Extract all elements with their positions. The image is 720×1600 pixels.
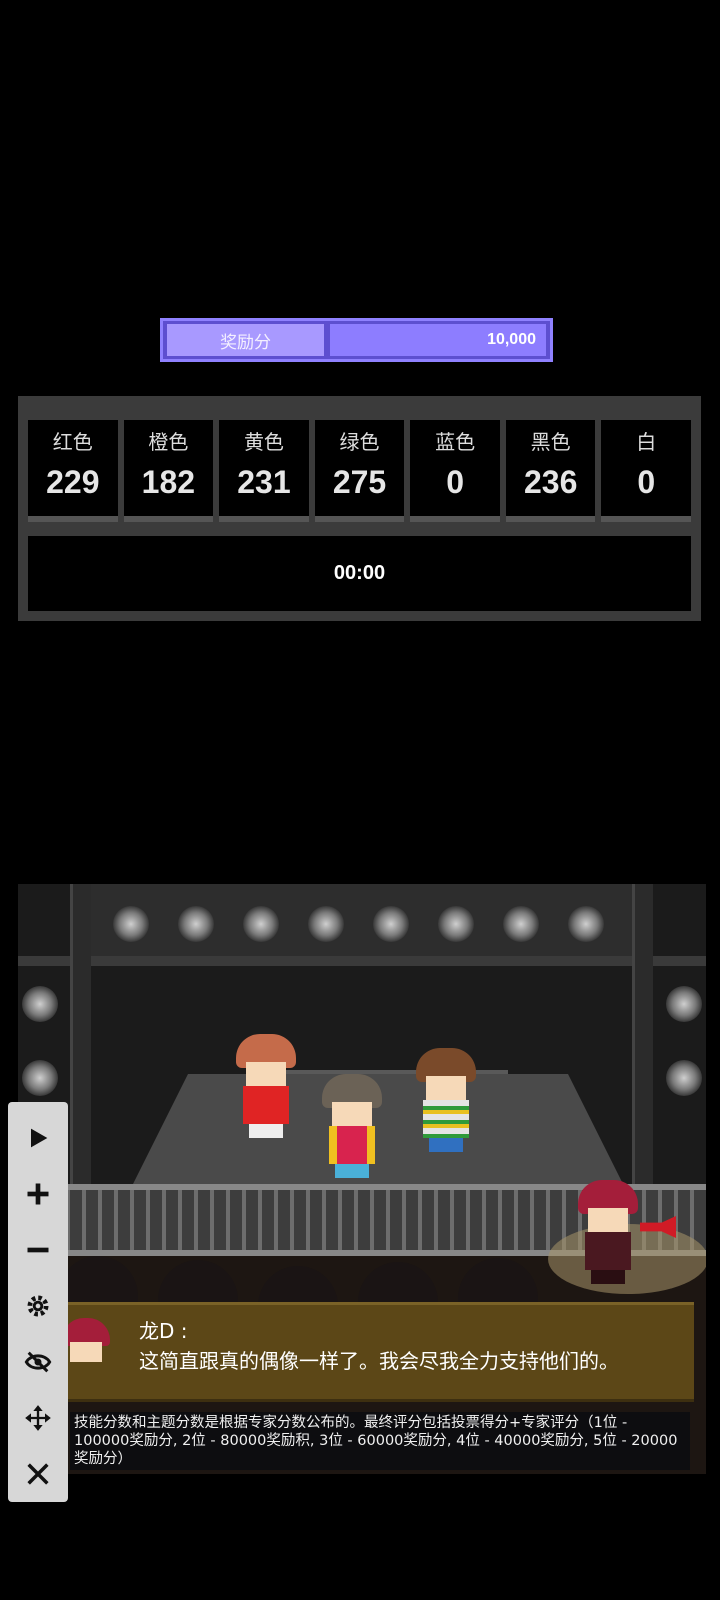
stage-light xyxy=(503,906,539,942)
score-name: 橙色 xyxy=(148,430,189,454)
zoom-out-button[interactable] xyxy=(16,1222,60,1278)
settings-button[interactable] xyxy=(16,1278,60,1334)
score-blue: 蓝色 0 xyxy=(410,420,500,522)
stage-light xyxy=(308,906,344,942)
stage-truss xyxy=(88,884,648,964)
minus-icon xyxy=(27,1247,49,1253)
score-value: 275 xyxy=(332,464,387,500)
stage-light xyxy=(22,986,58,1022)
score-board: 红色 229 橙色 182 黄色 231 绿色 275 蓝色 0 黑色 236 白0 00:… xyxy=(18,396,701,621)
dialogue-box[interactable]: 龙D : 这简直跟真的偶像一样了。我会尽我全力支持他们的。 xyxy=(34,1302,694,1402)
score-name: 黑色 xyxy=(530,430,571,454)
score-green: 绿色 275 xyxy=(314,420,405,522)
eye-off-icon xyxy=(24,1351,52,1373)
score-value: 0 xyxy=(446,464,464,500)
stage-light xyxy=(243,906,279,942)
idol-character-green[interactable] xyxy=(416,1048,476,1152)
hide-button[interactable] xyxy=(16,1334,60,1390)
gear-icon xyxy=(27,1295,49,1317)
score-value: 236 xyxy=(523,464,578,500)
score-orange: 橙色 182 xyxy=(123,420,214,522)
score-red: 红色 229 xyxy=(28,420,118,522)
score-name: 红色 xyxy=(52,430,93,454)
score-name: 绿色 xyxy=(339,430,380,454)
stage-light xyxy=(113,906,149,942)
idol-character-yellow[interactable] xyxy=(322,1074,382,1178)
stage-light xyxy=(178,906,214,942)
stage-light xyxy=(666,1060,702,1096)
side-toolbar xyxy=(8,1102,68,1502)
play-icon xyxy=(31,1128,48,1148)
stage-light xyxy=(22,1060,58,1096)
plus-icon xyxy=(27,1183,49,1205)
play-button[interactable] xyxy=(16,1110,60,1166)
truss-pillar xyxy=(70,884,91,1214)
score-yellow: 黄色 231 xyxy=(219,420,309,522)
score-value: 229 xyxy=(46,464,100,500)
timer: 00:00 xyxy=(28,536,691,611)
close-button[interactable] xyxy=(16,1446,60,1502)
move-icon xyxy=(25,1405,51,1431)
truss-bar xyxy=(18,956,706,966)
score-black: 黑色 236 xyxy=(505,420,596,522)
score-columns: 红色 229 橙色 182 黄色 231 绿色 275 蓝色 0 黑色 236 白0 xyxy=(28,420,692,522)
dialogue-text: 这简直跟真的偶像一样了。我会尽我全力支持他们的。 xyxy=(139,1349,619,1373)
score-value: 182 xyxy=(141,464,196,500)
bonus-value: 10,000 xyxy=(330,324,546,356)
score-name: 蓝色 xyxy=(435,430,476,454)
score-name: 白 xyxy=(636,430,657,454)
score-name: 黄色 xyxy=(243,430,284,454)
stage-light xyxy=(568,906,604,942)
bonus-bar: 奖励分 10,000 xyxy=(160,318,553,362)
stage-light xyxy=(666,986,702,1022)
score-white: 白0 xyxy=(601,420,692,522)
truss-pillar xyxy=(632,884,653,1214)
dialogue-speaker: 龙D : xyxy=(139,1319,188,1343)
score-value: 0 xyxy=(637,464,656,500)
zoom-in-button[interactable] xyxy=(16,1166,60,1222)
speaker-avatar xyxy=(62,1318,110,1366)
stage-light xyxy=(438,906,474,942)
rules-info: 技能分数和主题分数是根据专家分数公布的。最终评分包括投票得分+专家评分（1位 -… xyxy=(70,1412,690,1470)
close-icon xyxy=(27,1463,49,1485)
stage-light xyxy=(373,906,409,942)
bonus-label: 奖励分 xyxy=(167,324,324,356)
idol-character-red[interactable] xyxy=(236,1034,296,1138)
score-value: 231 xyxy=(237,464,291,500)
move-button[interactable] xyxy=(16,1390,60,1446)
host-character xyxy=(578,1180,638,1284)
